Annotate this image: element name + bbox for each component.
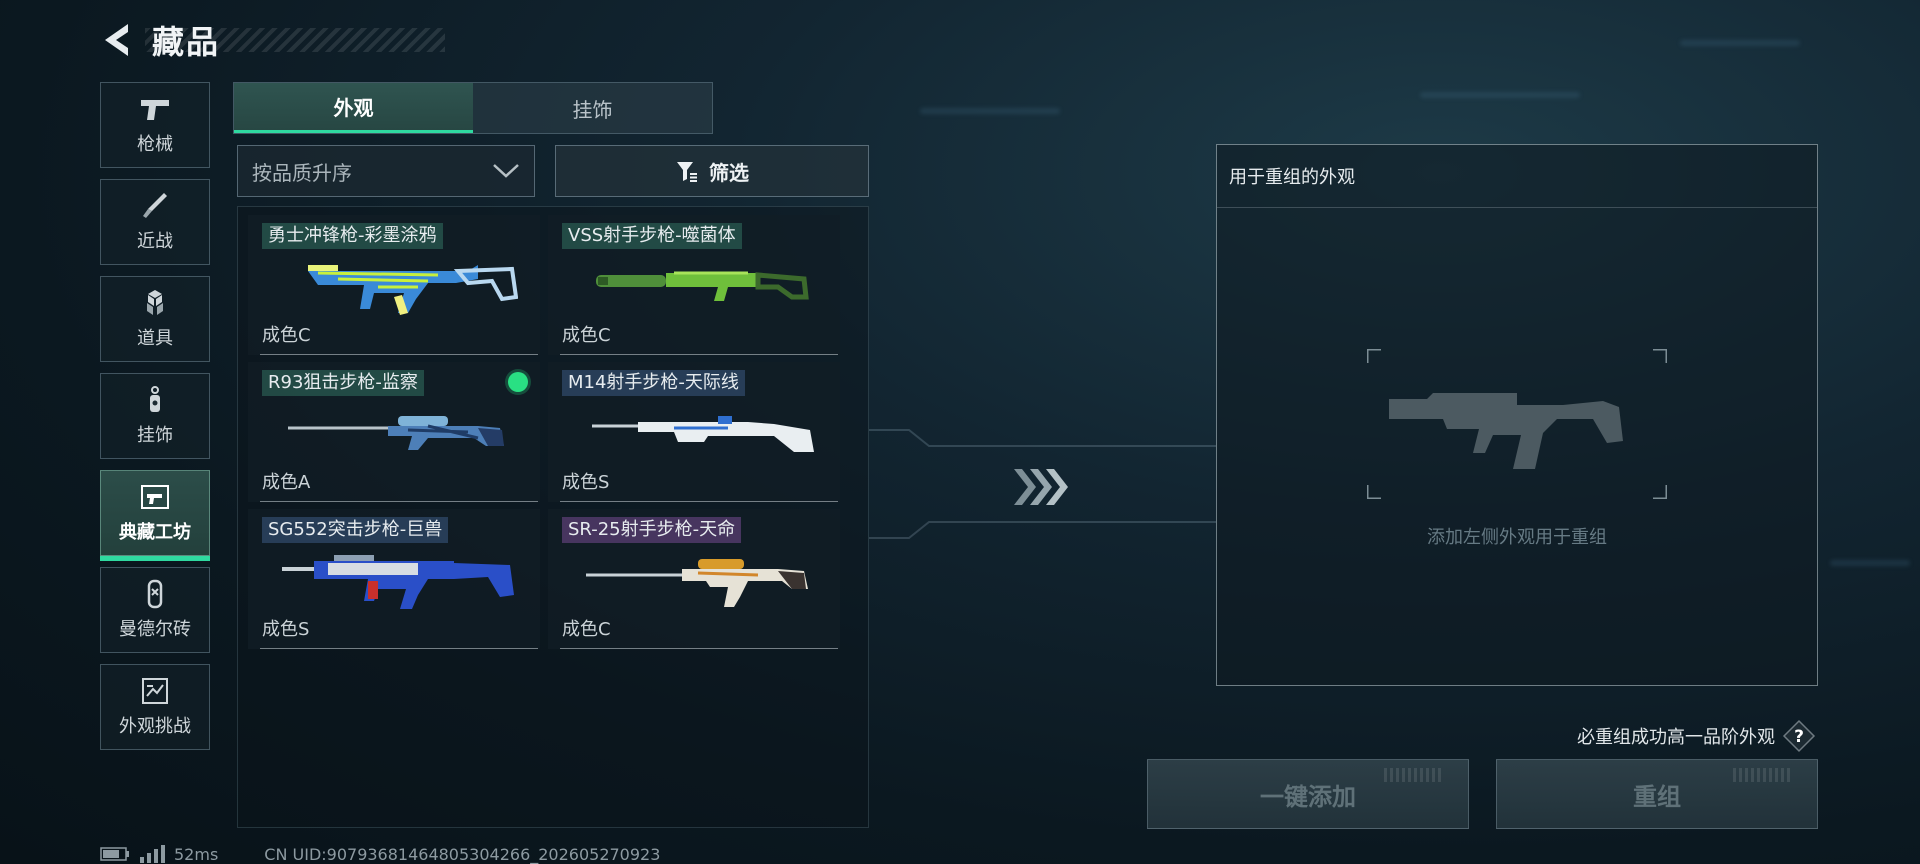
sidebar-item-label: 枪械 <box>137 134 173 155</box>
battery-icon <box>100 847 129 861</box>
recombine-placeholder-text: 添加左侧外观用于重组 <box>1427 527 1607 548</box>
tab-bar: 外观 挂饰 <box>233 82 713 134</box>
brick-icon <box>147 579 163 609</box>
m14-skyline-icon <box>592 416 814 452</box>
sr25-destiny-icon <box>586 559 808 607</box>
challenge-icon <box>142 678 168 704</box>
sidebar-item-label: 典藏工坊 <box>119 522 191 543</box>
cubes-icon <box>147 290 163 315</box>
uid-text: CN UID:90793681464805304266_202605270923 <box>264 844 661 864</box>
sidebar-item-label: 挂饰 <box>137 425 173 446</box>
pistol-icon <box>141 100 169 120</box>
signal-icon <box>140 845 165 863</box>
sidebar-item-guns[interactable]: 枪械 <box>100 82 210 168</box>
equipped-indicator <box>508 372 528 392</box>
skin-name: SR-25射手步枪-天命 <box>562 517 742 543</box>
svg-text:?: ? <box>1794 727 1804 747</box>
sidebar-item-label: 曼德尔砖 <box>119 619 191 640</box>
recombine-panel: 用于重组的外观 添加左侧外观用于重组 <box>1216 144 1818 686</box>
skin-card[interactable]: SG552突击步枪-巨兽 成色S <box>248 509 540 649</box>
recombine-label: 重组 <box>1633 782 1681 811</box>
sidebar-item-label: 道具 <box>137 328 173 349</box>
skin-name: M14射手步枪-天际线 <box>562 370 745 396</box>
filter-button[interactable]: 筛选 <box>555 145 869 197</box>
skin-card[interactable]: VSS射手步枪-噬菌体 成色C <box>548 215 840 355</box>
skin-condition: 成色C <box>562 619 611 640</box>
recombine-button[interactable]: 重组 <box>1496 759 1818 829</box>
filter-icon <box>677 162 697 182</box>
help-icon[interactable]: ? <box>1782 719 1816 753</box>
page-title: 藏品 <box>152 23 221 61</box>
r93-sniper-icon <box>288 416 504 450</box>
header: 藏品 <box>100 18 220 62</box>
smg-graffiti-icon <box>308 265 518 315</box>
skin-name: SG552突击步枪-巨兽 <box>262 517 449 543</box>
skin-condition: 成色S <box>562 472 610 493</box>
skin-card[interactable]: 勇士冲锋枪-彩墨涂鸦 成色C <box>248 215 540 355</box>
skin-grid: 勇士冲锋枪-彩墨涂鸦 成色C VSS射手步枪-噬菌体 成色C R93狙击步枪-监… <box>237 206 869 828</box>
sidebar-item-items[interactable]: 道具 <box>100 276 210 362</box>
sidebar-item-charms[interactable]: 挂饰 <box>100 373 210 459</box>
ping-value: 52ms <box>174 844 219 864</box>
skin-card[interactable]: M14射手步枪-天际线 成色S <box>548 362 840 502</box>
add-all-button[interactable]: 一键添加 <box>1147 759 1469 829</box>
workshop-icon <box>141 485 169 509</box>
recombine-hint: 必重组成功高一品阶外观 <box>1577 727 1775 748</box>
skin-name: 勇士冲锋枪-彩墨涂鸦 <box>262 223 443 249</box>
divider <box>1217 207 1817 208</box>
vss-phage-icon <box>596 271 809 301</box>
sidebar-item-melee[interactable]: 近战 <box>100 179 210 265</box>
status-bar: 52ms CN UID:90793681464805304266_2026052… <box>100 844 661 864</box>
tab-charms[interactable]: 挂饰 <box>473 83 712 133</box>
sort-label: 按品质升序 <box>252 160 352 185</box>
skin-condition: 成色S <box>262 619 310 640</box>
sidebar-item-label: 外观挑战 <box>119 716 191 737</box>
skin-condition: 成色C <box>262 325 311 346</box>
tab-appearance[interactable]: 外观 <box>234 83 473 133</box>
charm-icon <box>150 386 160 412</box>
button-decoration <box>1384 768 1444 782</box>
sidebar-item-mandel-brick[interactable]: 曼德尔砖 <box>100 567 210 653</box>
back-arrow-icon[interactable] <box>100 21 134 59</box>
filter-label: 筛选 <box>709 160 749 185</box>
add-all-label: 一键添加 <box>1260 782 1356 811</box>
sidebar-item-label: 近战 <box>137 231 173 252</box>
skin-card[interactable]: R93狙击步枪-监察 成色A <box>248 362 540 502</box>
skin-name: VSS射手步枪-噬菌体 <box>562 223 742 249</box>
knife-icon <box>143 193 167 218</box>
skin-card[interactable]: SR-25射手步枪-天命 成色C <box>548 509 840 649</box>
sg552-beast-icon <box>282 555 514 609</box>
button-decoration <box>1733 768 1793 782</box>
skin-name: R93狙击步枪-监察 <box>262 370 424 396</box>
chevron-down-icon <box>493 164 519 178</box>
rifle-placeholder-icon[interactable] <box>1367 349 1667 499</box>
recombine-title: 用于重组的外观 <box>1229 167 1355 188</box>
sidebar: 枪械 近战 道具 挂饰 典藏工坊 曼德尔砖 外观挑战 <box>100 82 210 761</box>
skin-condition: 成色C <box>562 325 611 346</box>
sort-dropdown[interactable]: 按品质升序 <box>237 145 535 197</box>
skin-condition: 成色A <box>262 472 311 493</box>
sidebar-item-workshop[interactable]: 典藏工坊 <box>100 470 210 561</box>
sidebar-item-skin-challenge[interactable]: 外观挑战 <box>100 664 210 750</box>
chevrons-right-icon <box>1014 469 1068 505</box>
